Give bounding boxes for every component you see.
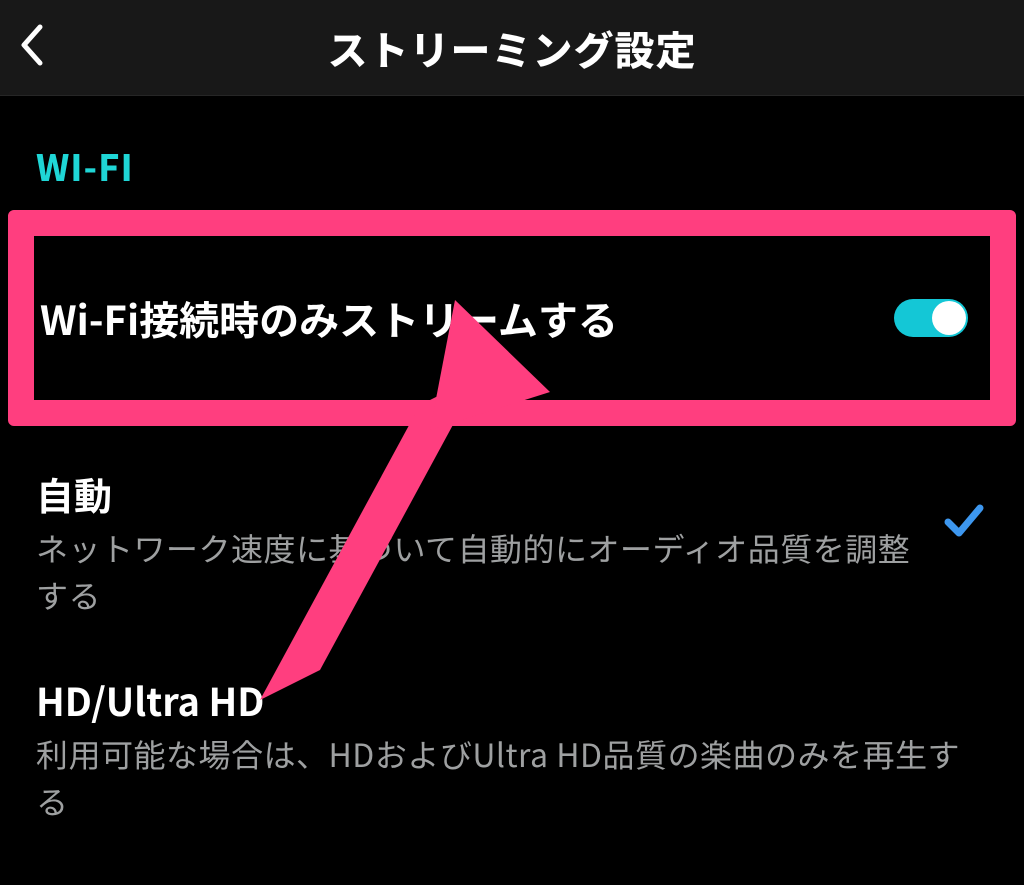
option-standard[interactable]: 標準 — [0, 852, 1024, 885]
option-title: 自動 — [36, 468, 916, 519]
toggle-knob — [932, 301, 966, 335]
option-text: 自動 ネットワーク速度に基づいて自動的にオーディオ品質を調整する — [36, 468, 940, 618]
row-label: Wi-Fi接続時のみストリームする — [40, 292, 618, 344]
row-stream-wifi-only[interactable]: Wi-Fi接続時のみストリームする — [34, 236, 990, 400]
annotation-highlight-box: Wi-Fi接続時のみストリームする — [8, 210, 1016, 426]
section-label-wifi: WI-FI — [0, 96, 1024, 210]
option-auto[interactable]: 自動 ネットワーク速度に基づいて自動的にオーディオ品質を調整する — [0, 426, 1024, 646]
back-button[interactable] — [18, 0, 44, 95]
option-desc: 利用可能な場合は、HDおよびUltra HD品質の楽曲のみを再生する — [36, 731, 964, 824]
checkmark-icon — [940, 496, 988, 544]
option-hd-ultra-hd[interactable]: HD/Ultra HD 利用可能な場合は、HDおよびUltra HD品質の楽曲の… — [0, 646, 1024, 852]
page-title: ストリーミング設定 — [0, 19, 1024, 77]
header: ストリーミング設定 — [0, 0, 1024, 96]
chevron-left-icon — [18, 23, 44, 72]
option-title: HD/Ultra HD — [36, 674, 964, 725]
toggle-stream-wifi-only[interactable] — [894, 299, 968, 337]
option-desc: ネットワーク速度に基づいて自動的にオーディオ品質を調整する — [36, 525, 916, 618]
option-text: HD/Ultra HD 利用可能な場合は、HDおよびUltra HD品質の楽曲の… — [36, 674, 988, 824]
